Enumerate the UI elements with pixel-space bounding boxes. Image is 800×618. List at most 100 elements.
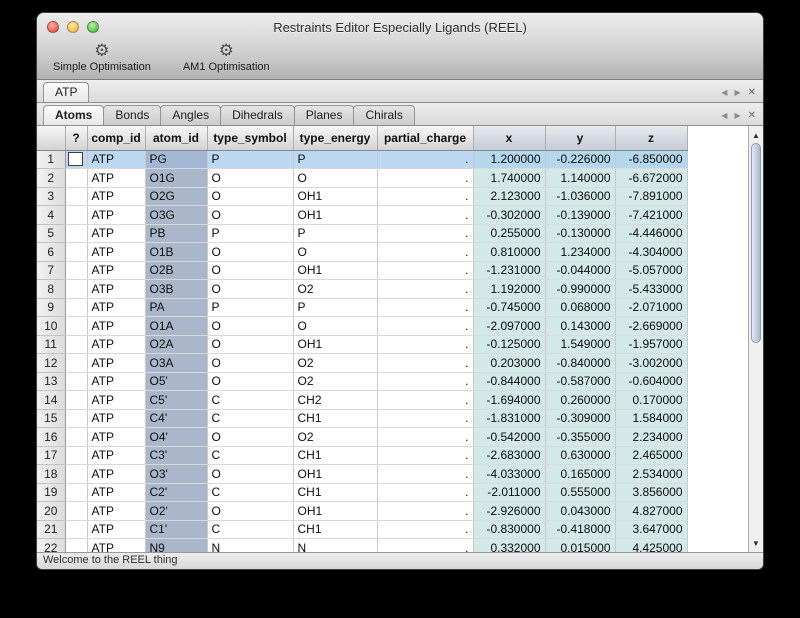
cell-y[interactable]: 1.140000 — [545, 169, 615, 188]
row-number[interactable]: 7 — [37, 261, 65, 280]
cell-partial_charge[interactable]: . — [377, 280, 473, 299]
row-number[interactable]: 21 — [37, 520, 65, 539]
cell-flag[interactable] — [65, 206, 87, 225]
cell-comp_id[interactable]: ATP — [87, 335, 145, 354]
cell-y[interactable]: 0.143000 — [545, 317, 615, 336]
cell-atom_id[interactable]: O2' — [145, 502, 207, 521]
cell-x[interactable]: -0.844000 — [473, 372, 545, 391]
cell-z[interactable]: 2.534000 — [615, 465, 687, 484]
cell-y[interactable]: -0.355000 — [545, 428, 615, 447]
cell-z[interactable]: 2.465000 — [615, 446, 687, 465]
row-number[interactable]: 18 — [37, 465, 65, 484]
cell-type_symbol[interactable]: C — [207, 409, 293, 428]
cell-x[interactable]: -1.231000 — [473, 261, 545, 280]
cell-comp_id[interactable]: ATP — [87, 539, 145, 553]
cell-atom_id[interactable]: C4' — [145, 409, 207, 428]
cell-x[interactable]: 1.200000 — [473, 150, 545, 169]
cell-z[interactable]: -4.446000 — [615, 224, 687, 243]
vertical-scrollbar[interactable]: ▲ ▼ — [748, 126, 763, 552]
simple-optimisation-button[interactable]: ⚙ Simple Optimisation — [45, 41, 159, 73]
cell-type_energy[interactable]: P — [293, 224, 377, 243]
cell-partial_charge[interactable]: . — [377, 428, 473, 447]
am1-optimisation-button[interactable]: ⚙ AM1 Optimisation — [175, 41, 278, 73]
row-number[interactable]: 9 — [37, 298, 65, 317]
cell-type_symbol[interactable]: C — [207, 520, 293, 539]
scroll-tabs-left-icon[interactable]: ◀ — [721, 89, 727, 97]
row-number[interactable]: 11 — [37, 335, 65, 354]
cell-y[interactable]: 0.015000 — [545, 539, 615, 553]
cell-y[interactable]: 1.549000 — [545, 335, 615, 354]
cell-atom_id[interactable]: O1A — [145, 317, 207, 336]
row-number[interactable]: 14 — [37, 391, 65, 410]
scroll-tabs-left-icon[interactable]: ◀ — [721, 112, 727, 120]
cell-y[interactable]: 1.234000 — [545, 243, 615, 262]
cell-flag[interactable] — [65, 539, 87, 553]
cell-x[interactable]: -0.125000 — [473, 335, 545, 354]
cell-atom_id[interactable]: O1G — [145, 169, 207, 188]
cell-atom_id[interactable]: O3A — [145, 354, 207, 373]
cell-y[interactable]: -0.990000 — [545, 280, 615, 299]
cell-flag[interactable] — [65, 150, 87, 169]
cell-z[interactable]: -7.421000 — [615, 206, 687, 225]
cell-type_energy[interactable]: O — [293, 243, 377, 262]
cell-type_symbol[interactable]: O — [207, 261, 293, 280]
cell-x[interactable]: -2.097000 — [473, 317, 545, 336]
cell-comp_id[interactable]: ATP — [87, 428, 145, 447]
cell-x[interactable]: 0.203000 — [473, 354, 545, 373]
tab-dihedrals[interactable]: Dihedrals — [220, 105, 295, 125]
cell-flag[interactable] — [65, 280, 87, 299]
cell-flag[interactable] — [65, 428, 87, 447]
cell-y[interactable]: 0.043000 — [545, 502, 615, 521]
cell-comp_id[interactable]: ATP — [87, 243, 145, 262]
cell-comp_id[interactable]: ATP — [87, 372, 145, 391]
row-number[interactable]: 10 — [37, 317, 65, 336]
cell-y[interactable]: -0.044000 — [545, 261, 615, 280]
cell-partial_charge[interactable]: . — [377, 243, 473, 262]
cell-comp_id[interactable]: ATP — [87, 483, 145, 502]
tab-planes[interactable]: Planes — [294, 105, 355, 125]
cell-flag[interactable] — [65, 169, 87, 188]
row-number[interactable]: 16 — [37, 428, 65, 447]
cell-atom_id[interactable]: N9 — [145, 539, 207, 553]
cell-type_energy[interactable]: OH1 — [293, 187, 377, 206]
cell-atom_id[interactable]: O3' — [145, 465, 207, 484]
cell-x[interactable]: -2.926000 — [473, 502, 545, 521]
cell-atom_id[interactable]: O2G — [145, 187, 207, 206]
row-number[interactable]: 8 — [37, 280, 65, 299]
cell-flag[interactable] — [65, 483, 87, 502]
cell-type_symbol[interactable]: O — [207, 502, 293, 521]
scroll-tabs-right-icon[interactable]: ▶ — [734, 89, 740, 97]
cell-y[interactable]: 0.260000 — [545, 391, 615, 410]
cell-flag[interactable] — [65, 261, 87, 280]
cell-x[interactable]: -0.745000 — [473, 298, 545, 317]
row-number[interactable]: 12 — [37, 354, 65, 373]
column-header-flag[interactable]: ? — [65, 126, 87, 150]
cell-z[interactable]: -7.891000 — [615, 187, 687, 206]
row-number[interactable]: 2 — [37, 169, 65, 188]
close-tab-icon[interactable]: ✕ — [748, 111, 756, 121]
tab-atoms[interactable]: Atoms — [43, 105, 104, 125]
cell-comp_id[interactable]: ATP — [87, 465, 145, 484]
cell-atom_id[interactable]: C5' — [145, 391, 207, 410]
cell-flag[interactable] — [65, 409, 87, 428]
cell-partial_charge[interactable]: . — [377, 298, 473, 317]
cell-partial_charge[interactable]: . — [377, 391, 473, 410]
cell-z[interactable]: 3.647000 — [615, 520, 687, 539]
cell-partial_charge[interactable]: . — [377, 224, 473, 243]
cell-type_energy[interactable]: OH1 — [293, 261, 377, 280]
cell-type_symbol[interactable]: O — [207, 335, 293, 354]
cell-z[interactable]: -4.304000 — [615, 243, 687, 262]
tab-chirals[interactable]: Chirals — [353, 105, 414, 125]
column-header-type_energy[interactable]: type_energy — [293, 126, 377, 150]
row-number[interactable]: 1 — [37, 150, 65, 169]
cell-flag[interactable] — [65, 391, 87, 410]
cell-atom_id[interactable]: O3G — [145, 206, 207, 225]
cell-z[interactable]: 3.856000 — [615, 483, 687, 502]
cell-atom_id[interactable]: PB — [145, 224, 207, 243]
tab-bonds[interactable]: Bonds — [103, 105, 161, 125]
cell-y[interactable]: -0.418000 — [545, 520, 615, 539]
cell-comp_id[interactable]: ATP — [87, 261, 145, 280]
cell-type_energy[interactable]: CH1 — [293, 520, 377, 539]
cell-z[interactable]: 2.234000 — [615, 428, 687, 447]
cell-flag[interactable] — [65, 446, 87, 465]
